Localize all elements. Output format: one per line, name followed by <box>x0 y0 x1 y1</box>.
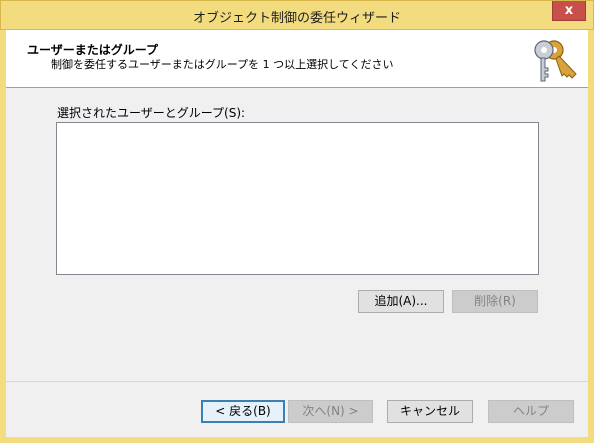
wizard-header: ユーザーまたはグループ 制御を委任するユーザーまたはグループを 1 つ以上選択し… <box>6 30 588 88</box>
help-button[interactable]: ヘルプ <box>488 400 574 423</box>
footer-separator <box>6 381 588 382</box>
add-button[interactable]: 追加(A)... <box>358 290 444 313</box>
selected-users-listbox[interactable] <box>56 122 539 275</box>
title-bar: オブジェクト制御の委任ウィザード x <box>0 0 594 30</box>
next-button[interactable]: 次へ(N) > <box>288 400 373 423</box>
window-title: オブジェクト制御の委任ウィザード <box>192 11 401 26</box>
close-button[interactable]: x <box>552 1 586 21</box>
header-subtitle: 制御を委任するユーザーまたはグループを 1 つ以上選択してください <box>51 58 394 71</box>
remove-button[interactable]: 削除(R) <box>452 290 538 313</box>
selected-list-label: 選択されたユーザーとグループ(S): <box>57 106 246 120</box>
cancel-button[interactable]: キャンセル <box>387 400 473 423</box>
back-button[interactable]: < 戻る(B) <box>201 400 285 423</box>
keys-icon <box>534 40 577 82</box>
